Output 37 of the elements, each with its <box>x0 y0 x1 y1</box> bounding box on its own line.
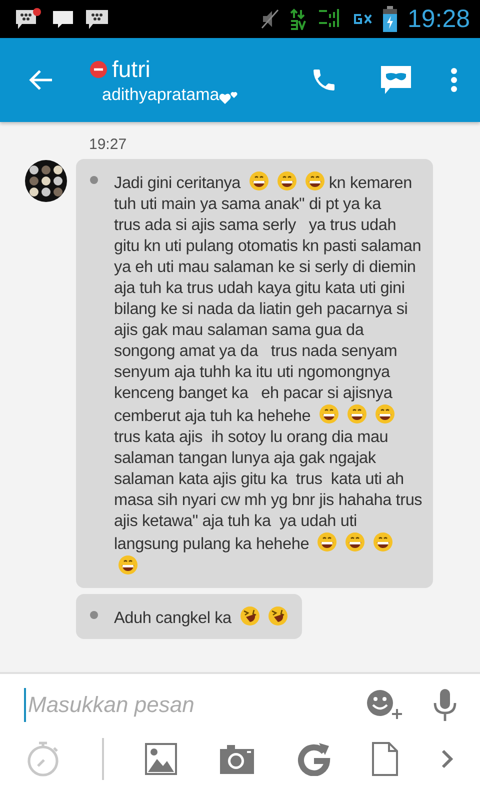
grinning-face-icon <box>317 532 338 552</box>
message-text: Aduh cangkel ka <box>114 606 292 629</box>
status-dot <box>90 611 98 619</box>
chat-bubble-icon <box>52 8 74 30</box>
grinning-face-icon <box>304 171 325 191</box>
clock-time: 19:28 <box>407 4 470 34</box>
grinning-face-icon <box>118 555 138 575</box>
contact-name: futri <box>112 56 150 82</box>
refresh-g-button[interactable] <box>296 742 331 776</box>
mask-chat-button[interactable] <box>380 65 412 95</box>
microphone-button[interactable] <box>432 688 458 722</box>
muted-speaker-icon <box>261 8 280 30</box>
busy-status-icon <box>90 60 107 78</box>
grinning-face-icon <box>248 171 269 191</box>
battery-charging-icon <box>383 6 398 32</box>
grinning-face-icon <box>276 171 297 191</box>
status-dot <box>90 176 98 184</box>
network-type-icon <box>353 13 374 25</box>
grinning-face-icon <box>346 404 367 424</box>
back-button[interactable] <box>28 68 54 92</box>
laughing-face-icon <box>268 606 288 626</box>
laughing-face-icon <box>240 606 260 626</box>
grinning-face-icon <box>318 404 339 424</box>
grinning-face-icon <box>345 532 366 552</box>
grinning-face-icon <box>373 532 394 552</box>
more-button[interactable] <box>440 749 454 769</box>
gallery-button[interactable] <box>145 743 178 775</box>
document-button[interactable] <box>372 742 398 776</box>
messenger-icon <box>84 7 110 31</box>
camera-button[interactable] <box>218 744 255 774</box>
message-text: Jadi gini ceritanya kn kemaren tuh uti main ya sama anak" di pt ya ka trus ada si ajis sama serly ya trus udah gitu kn uti pulang otomatis kn pasti salaman ya eh uti mau salaman ke si serly di diemin aja tuh ka trus udah kaya gitu kata uti gini bilang ke si nada da liatin geh pacarnya si ajis gak mau salaman sama gua da songong amat ya da trus nada senyam senyum aja tuhh ka itu uti ngomongnya kenceng banget ka eh pacar si ajisnya cemberut aja tuh ka hehehe trus kata ajis ih sotoy lu orang dia mau salaman tangan lunya aja gak ngajak salaman kata ajis gitu ka trus kata uti ah masa sih nyari cw mh yg bnr jis hahaha trus ajis ketawa" aja tuh ka ya udah uti langsung pulang ka hehehe <box>114 171 423 578</box>
more-options-button[interactable] <box>450 67 458 93</box>
messenger-notification-icon <box>14 7 42 31</box>
message-time: 19:27 <box>88 136 128 153</box>
contact-status: adithyapratama <box>102 84 220 104</box>
data-signal-icon <box>289 8 308 30</box>
grinning-face-icon <box>374 404 395 424</box>
